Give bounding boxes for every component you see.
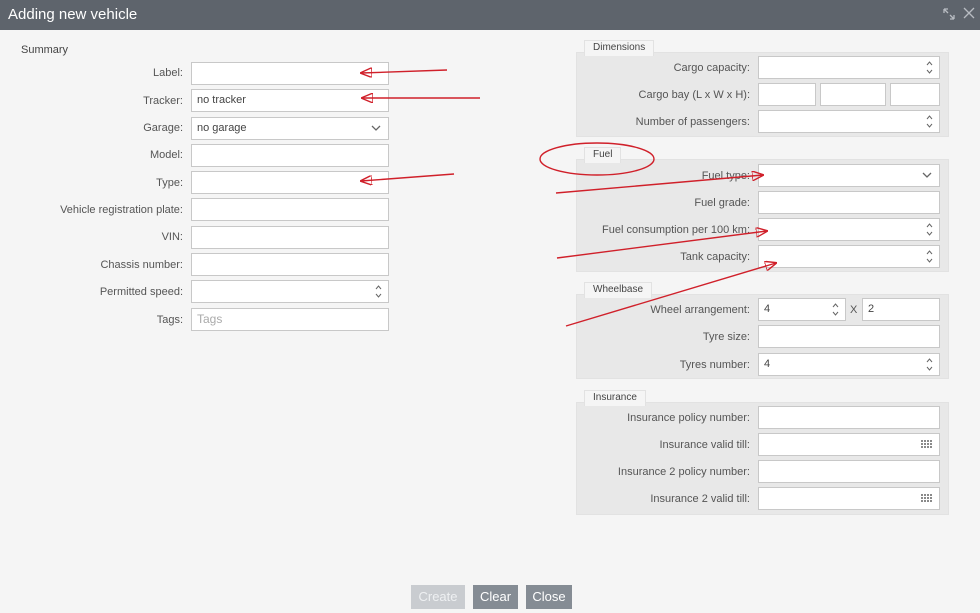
insurance-policy-number-input[interactable] [758, 406, 940, 429]
window-titlebar: Adding new vehicle [0, 0, 980, 30]
cargo-capacity-input[interactable] [758, 56, 940, 79]
chevron-down-icon [371, 125, 381, 131]
fuel-type-label: Fuel type: [701, 170, 750, 182]
fuel-legend: Fuel [584, 147, 622, 163]
model-input[interactable] [191, 144, 389, 167]
passengers-input[interactable] [758, 110, 940, 133]
registration-plate-input[interactable] [191, 198, 389, 221]
label-field-label: Label: [153, 67, 183, 79]
cargo-capacity-label: Cargo capacity: [673, 62, 750, 74]
tank-capacity-label: Tank capacity: [680, 251, 750, 263]
cargo-bay-height-input[interactable] [890, 83, 940, 106]
vin-input[interactable] [191, 226, 389, 249]
cargo-bay-length-input[interactable] [758, 83, 816, 106]
chevron-down-icon [922, 172, 932, 178]
garage-field-label: Garage: [143, 122, 183, 134]
wheel-arrangement-label: Wheel arrangement: [650, 304, 750, 316]
wheel-arrangement-first-input[interactable]: 4 [758, 298, 846, 321]
tracker-field-label: Tracker: [143, 95, 183, 107]
tags-input[interactable]: Tags [191, 308, 389, 331]
wheelbase-legend: Wheelbase [584, 282, 653, 298]
calendar-icon[interactable] [920, 493, 934, 504]
permitted-speed-label: Permitted speed: [99, 286, 183, 298]
permitted-speed-input[interactable] [191, 280, 389, 303]
spinner-icon[interactable] [832, 302, 839, 317]
garage-select[interactable]: no garage [191, 117, 389, 140]
insurance-legend: Insurance [584, 390, 646, 406]
tags-field-label: Tags: [156, 314, 183, 326]
type-field-label: Type: [156, 177, 183, 189]
fuel-consumption-label: Fuel consumption per 100 km: [602, 224, 750, 236]
dimensions-legend: Dimensions [584, 40, 655, 56]
insurance2-policy-number-label: Insurance 2 policy number: [617, 466, 750, 478]
calendar-icon[interactable] [920, 439, 934, 450]
chassis-number-input[interactable] [191, 253, 389, 276]
spinner-icon[interactable] [926, 249, 933, 264]
chassis-number-label: Chassis number: [100, 259, 183, 271]
spinner-icon[interactable] [375, 284, 382, 299]
close-button[interactable]: Close [526, 585, 572, 609]
tracker-input[interactable]: no tracker [191, 89, 389, 112]
tyre-size-label: Tyre size: [702, 331, 750, 343]
cargo-bay-label: Cargo bay (L x W x H): [638, 89, 750, 101]
wheel-arrangement-second-input[interactable]: 2 [862, 298, 940, 321]
passengers-label: Number of passengers: [635, 116, 750, 128]
insurance2-valid-till-input[interactable] [758, 487, 940, 510]
insurance-valid-till-label: Insurance valid till: [659, 439, 751, 451]
insurance2-policy-number-input[interactable] [758, 460, 940, 483]
wheel-arrangement-separator: X [850, 304, 858, 316]
fuel-grade-input[interactable] [758, 191, 940, 214]
clear-button[interactable]: Clear [473, 585, 518, 609]
tyres-number-input[interactable]: 4 [758, 353, 940, 376]
spinner-icon[interactable] [926, 114, 933, 129]
tyre-size-input[interactable] [758, 325, 940, 348]
registration-plate-label: Vehicle registration plate: [60, 204, 183, 216]
spinner-icon[interactable] [926, 222, 933, 237]
vin-field-label: VIN: [161, 231, 183, 243]
tank-capacity-input[interactable] [758, 245, 940, 268]
spinner-icon[interactable] [926, 357, 933, 372]
fuel-type-select[interactable] [758, 164, 940, 187]
create-button[interactable]: Create [411, 585, 465, 609]
tyres-number-label: Tyres number: [679, 359, 750, 371]
model-field-label: Model: [149, 149, 183, 161]
insurance-valid-till-input[interactable] [758, 433, 940, 456]
window-title: Adding new vehicle [8, 6, 138, 23]
label-input[interactable] [191, 62, 389, 85]
insurance2-valid-till-label: Insurance 2 valid till: [650, 493, 750, 505]
spinner-icon[interactable] [926, 60, 933, 75]
maximize-icon[interactable] [942, 7, 956, 24]
summary-heading: Summary [21, 44, 69, 56]
type-input[interactable] [191, 171, 389, 194]
fuel-consumption-input[interactable] [758, 218, 940, 241]
cargo-bay-width-input[interactable] [820, 83, 886, 106]
close-icon[interactable] [963, 7, 975, 22]
fuel-grade-label: Fuel grade: [694, 197, 750, 209]
insurance-policy-number-label: Insurance policy number: [627, 412, 750, 424]
